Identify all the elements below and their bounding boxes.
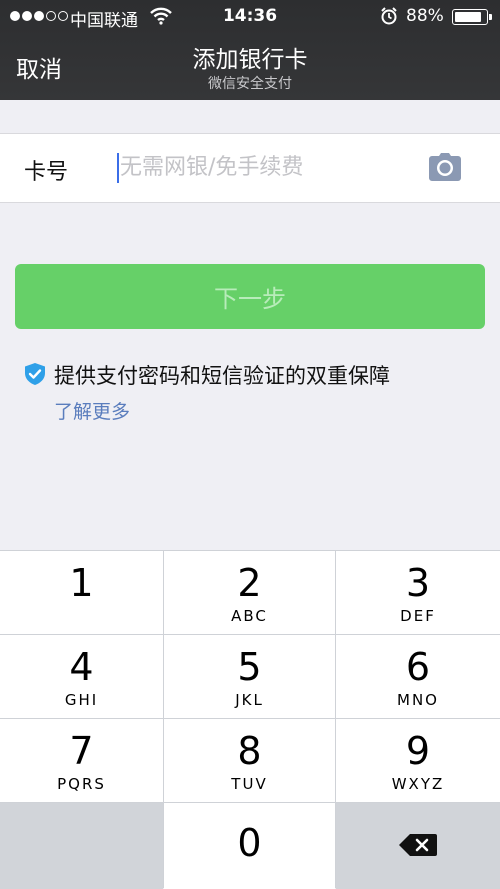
battery-percent: 88% bbox=[406, 6, 444, 26]
key-letters: WXYZ bbox=[391, 775, 445, 793]
key-9[interactable]: 9 WXYZ bbox=[336, 719, 500, 802]
learn-more-link[interactable]: 了解更多 bbox=[54, 397, 130, 424]
key-2[interactable]: 2 ABC bbox=[164, 551, 335, 634]
key-letters: JKL bbox=[235, 691, 264, 709]
numeric-keypad: 1 2 ABC 3 DEF 4 GHI 5 JKL 6 MNO 7 PQRS 8 TUV 9 W… bbox=[0, 550, 500, 889]
key-8[interactable]: 8 TUV bbox=[164, 719, 335, 802]
key-digit: 2 bbox=[237, 561, 262, 605]
key-digit: 7 bbox=[69, 729, 94, 773]
text-cursor bbox=[117, 153, 119, 183]
key-digit: 3 bbox=[405, 561, 431, 605]
key-0[interactable]: 0 bbox=[164, 803, 335, 889]
card-number-row: 卡号 bbox=[0, 133, 500, 203]
key-6[interactable]: 6 MNO bbox=[336, 635, 500, 718]
key-digit: 6 bbox=[405, 645, 431, 689]
backspace-icon bbox=[399, 834, 437, 856]
key-7[interactable]: 7 PQRS bbox=[0, 719, 163, 802]
key-4[interactable]: 4 GHI bbox=[0, 635, 163, 718]
card-number-label: 卡号 bbox=[24, 160, 69, 185]
key-digit: 1 bbox=[69, 561, 94, 605]
key-letters: PQRS bbox=[57, 775, 106, 793]
top-bar: 中国联通 14:36 88% 取消 添加银行卡 微信安全支付 bbox=[0, 0, 500, 100]
key-letters: TUV bbox=[231, 775, 268, 793]
battery-icon bbox=[452, 9, 492, 25]
delete-key[interactable] bbox=[336, 803, 500, 889]
key-digit: 5 bbox=[237, 645, 262, 689]
status-bar: 中国联通 14:36 88% bbox=[0, 0, 500, 34]
key-letters: DEF bbox=[400, 607, 436, 625]
battery-fill bbox=[455, 12, 482, 22]
keypad-blank bbox=[0, 803, 163, 889]
key-digit: 4 bbox=[69, 645, 94, 689]
next-step-button[interactable]: 下一步 bbox=[15, 264, 485, 329]
key-3[interactable]: 3 DEF bbox=[336, 551, 500, 634]
key-5[interactable]: 5 JKL bbox=[164, 635, 335, 718]
security-note: 提供支付密码和短信验证的双重保障 bbox=[54, 364, 390, 388]
card-number-input[interactable] bbox=[120, 148, 410, 186]
page-subtitle: 微信安全支付 bbox=[208, 76, 292, 92]
key-1[interactable]: 1 bbox=[0, 551, 163, 634]
camera-icon[interactable] bbox=[428, 152, 462, 182]
key-digit: 8 bbox=[237, 729, 262, 773]
key-letters: GHI bbox=[64, 691, 99, 709]
shield-check-icon bbox=[25, 363, 45, 385]
key-letters: MNO bbox=[397, 691, 439, 709]
alarm-icon bbox=[381, 7, 397, 25]
page-title: 添加银行卡 bbox=[192, 47, 308, 73]
key-digit: 0 bbox=[237, 821, 262, 865]
key-letters: ABC bbox=[231, 607, 268, 625]
key-digit: 9 bbox=[405, 729, 431, 773]
